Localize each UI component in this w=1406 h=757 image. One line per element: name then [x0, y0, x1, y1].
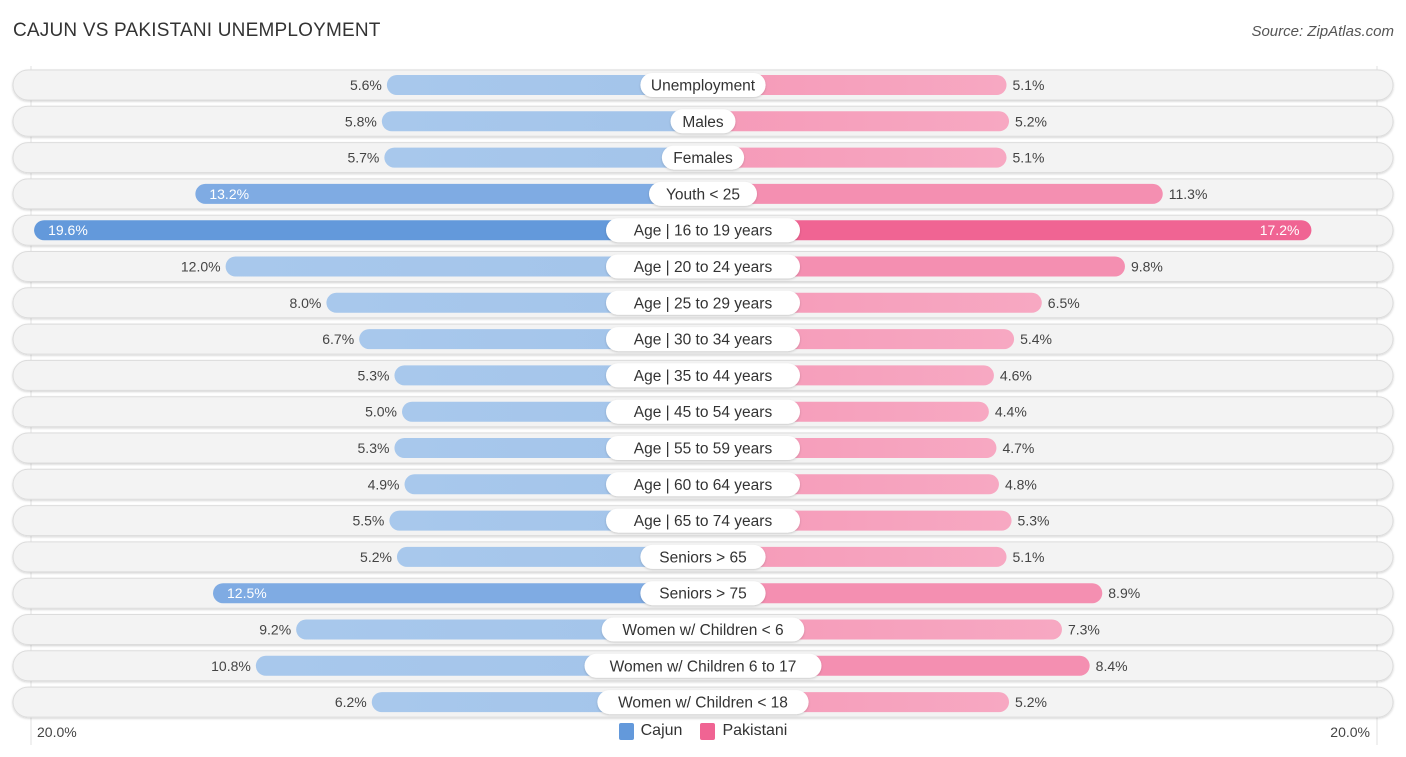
value-label-pakistani: 5.1%: [1013, 549, 1045, 565]
row-14: 12.5% 8.9% Seniors > 75: [12, 577, 1394, 609]
value-label-pakistani: 8.4%: [1096, 658, 1128, 674]
category-label: Seniors > 65: [659, 549, 746, 566]
row-17: 6.2% 5.2% Women w/ Children < 18: [12, 686, 1394, 718]
value-label-cajun: 5.7%: [347, 150, 379, 166]
legend-swatch-pakistani: [700, 722, 716, 740]
value-label-pakistani: 8.9%: [1108, 585, 1140, 601]
bar-pakistani[interactable]: [703, 111, 1010, 132]
row-3: 13.2% 11.3% Youth < 25: [12, 178, 1394, 210]
legend-item-cajun[interactable]: Cajun: [618, 722, 683, 740]
category-label: Age | 65 to 74 years: [634, 513, 773, 530]
value-label-cajun: 5.5%: [352, 513, 384, 529]
value-label-pakistani: 5.2%: [1015, 113, 1047, 129]
value-label-cajun: 5.2%: [360, 549, 392, 565]
row-10: 5.3% 4.7% Age | 55 to 59 years: [12, 432, 1394, 464]
value-label-cajun: 9.2%: [259, 622, 291, 638]
value-label-pakistani: 5.1%: [1013, 150, 1045, 166]
category-label: Women w/ Children < 6: [622, 622, 783, 639]
category-label: Unemployment: [651, 78, 756, 95]
category-label: Age | 30 to 34 years: [634, 332, 773, 349]
value-label-cajun: 5.8%: [345, 113, 377, 129]
category-label: Females: [673, 150, 733, 167]
bar-pakistani[interactable]: [703, 183, 1163, 204]
value-label-cajun: 5.3%: [358, 440, 390, 456]
category-label: Age | 55 to 59 years: [634, 441, 773, 458]
legend-item-pakistani[interactable]: Pakistani: [700, 722, 787, 740]
row-1: 5.8% 5.2% Males: [12, 105, 1394, 137]
category-label: Women w/ Children 6 to 17: [610, 658, 797, 675]
row-0: 5.6% 5.1% Unemployment: [12, 69, 1394, 101]
bar-cajun[interactable]: [195, 183, 704, 204]
row-16: 10.8% 8.4% Women w/ Children 6 to 17: [12, 650, 1394, 682]
value-label-pakistani: 4.8%: [1005, 476, 1037, 492]
value-label-pakistani: 17.2%: [1260, 222, 1300, 238]
value-label-pakistani: 9.8%: [1131, 259, 1163, 275]
legend-label-cajun: Cajun: [640, 722, 683, 739]
value-label-pakistani: 5.2%: [1015, 694, 1047, 710]
category-label: Age | 20 to 24 years: [634, 259, 773, 276]
bar-cajun[interactable]: [34, 220, 703, 241]
legend: Cajun Pakistani: [0, 722, 1406, 740]
bar-pakistani[interactable]: [703, 147, 1007, 168]
value-label-cajun: 8.0%: [289, 295, 321, 311]
value-label-cajun: 13.2%: [209, 186, 249, 202]
chart-area: 5.6% 5.1% Unemployment 5.8% 5.2% Males 5.7% 5.1…: [12, 66, 1394, 745]
value-label-cajun: 5.0%: [365, 404, 397, 420]
value-label-cajun: 19.6%: [48, 222, 88, 238]
value-label-cajun: 12.0%: [181, 259, 221, 275]
bar-cajun[interactable]: [384, 147, 703, 168]
value-label-cajun: 10.8%: [211, 658, 251, 674]
row-2: 5.7% 5.1% Females: [12, 142, 1394, 174]
category-label: Age | 60 to 64 years: [634, 477, 773, 494]
category-label: Women w/ Children < 18: [618, 695, 788, 712]
value-label-pakistani: 6.5%: [1048, 295, 1080, 311]
category-label: Males: [682, 114, 724, 131]
category-label: Age | 35 to 44 years: [634, 368, 773, 385]
value-label-pakistani: 7.3%: [1068, 622, 1100, 638]
category-label: Age | 45 to 54 years: [634, 404, 773, 421]
value-label-cajun: 5.6%: [350, 77, 382, 93]
value-label-pakistani: 5.3%: [1018, 513, 1050, 529]
legend-label-pakistani: Pakistani: [722, 722, 788, 739]
row-4: 19.6% 17.2% Age | 16 to 19 years: [12, 214, 1394, 246]
row-15: 9.2% 7.3% Women w/ Children < 6: [12, 614, 1394, 645]
row-5: 12.0% 9.8% Age | 20 to 24 years: [12, 251, 1394, 282]
legend-swatch-cajun: [618, 722, 634, 740]
row-8: 5.3% 4.6% Age | 35 to 44 years: [12, 359, 1394, 391]
row-9: 5.0% 4.4% Age | 45 to 54 years: [12, 396, 1394, 428]
value-label-pakistani: 4.4%: [995, 404, 1027, 420]
row-7: 6.7% 5.4% Age | 30 to 34 years: [12, 323, 1394, 355]
category-label: Age | 25 to 29 years: [634, 295, 773, 312]
value-label-cajun: 6.7%: [322, 331, 354, 347]
bar-cajun[interactable]: [381, 111, 703, 132]
value-label-pakistani: 4.7%: [1002, 440, 1034, 456]
category-label: Seniors > 75: [659, 586, 746, 603]
value-label-cajun: 4.9%: [368, 476, 400, 492]
value-label-pakistani: 5.1%: [1013, 77, 1045, 93]
category-label: Age | 16 to 19 years: [634, 223, 773, 240]
row-11: 4.9% 4.8% Age | 60 to 64 years: [12, 468, 1394, 500]
value-label-pakistani: 5.4%: [1020, 331, 1052, 347]
category-label: Youth < 25: [666, 186, 740, 203]
value-label-cajun: 12.5%: [227, 585, 267, 601]
row-12: 5.5% 5.3% Age | 65 to 74 years: [12, 505, 1394, 537]
value-label-cajun: 5.3%: [358, 367, 390, 383]
bar-cajun[interactable]: [213, 583, 703, 604]
value-label-cajun: 6.2%: [335, 694, 367, 710]
row-6: 8.0% 6.5% Age | 25 to 29 years: [12, 287, 1394, 319]
row-13: 5.2% 5.1% Seniors > 65: [12, 541, 1394, 573]
value-label-pakistani: 11.3%: [1169, 186, 1208, 202]
value-label-pakistani: 4.6%: [1000, 367, 1032, 383]
